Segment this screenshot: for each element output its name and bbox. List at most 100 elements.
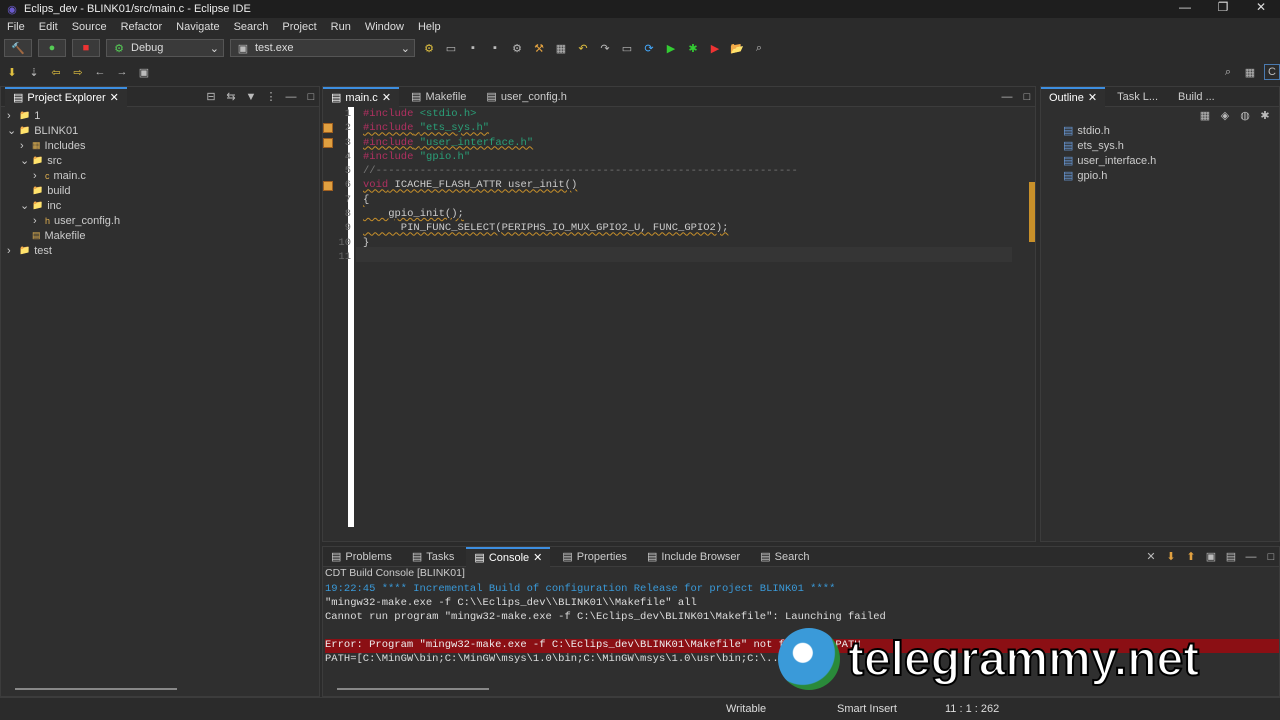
open-folder-icon[interactable]: 📂 xyxy=(729,40,745,56)
search-icon[interactable]: ⌕ xyxy=(751,40,767,56)
menu-source[interactable]: Source xyxy=(65,21,114,33)
close-button[interactable]: ✕ xyxy=(1242,0,1280,14)
tree-item[interactable]: ▤ Makefile xyxy=(1,228,319,243)
menu-search[interactable]: Search xyxy=(227,21,276,33)
nav-forward-icon[interactable]: → xyxy=(114,64,130,80)
tree-item[interactable]: › 📁 1 xyxy=(1,108,319,123)
calc-icon[interactable]: ▦ xyxy=(553,40,569,56)
terminal-icon[interactable]: ▭ xyxy=(619,40,635,56)
minimize-icon[interactable]: — xyxy=(283,89,299,105)
back-icon[interactable]: ⇦ xyxy=(48,64,64,80)
warning-marker-icon[interactable] xyxy=(323,137,333,148)
editor-tab[interactable]: ▤ user_config.h xyxy=(478,87,574,107)
filter-icon[interactable]: ▼ xyxy=(243,89,259,105)
menu-edit[interactable]: Edit xyxy=(32,21,65,33)
search-icon[interactable]: ⌕ xyxy=(1220,64,1236,80)
save-all-icon[interactable]: ▪ xyxy=(487,40,503,56)
expand-arrow-icon[interactable]: › xyxy=(33,170,41,182)
menu-run[interactable]: Run xyxy=(324,21,358,33)
link-editor-icon[interactable]: ⇆ xyxy=(223,89,239,105)
tree-item[interactable]: › h user_config.h xyxy=(1,213,319,228)
menu-file[interactable]: File xyxy=(0,21,32,33)
focus-icon[interactable]: ✱ xyxy=(1257,107,1273,123)
collapse-all-icon[interactable]: ⊟ xyxy=(203,89,219,105)
editor-tab[interactable]: ▤ Makefile xyxy=(403,87,474,107)
warning-marker-icon[interactable] xyxy=(323,180,333,191)
vertical-scrollbar[interactable] xyxy=(1029,182,1035,242)
outline-tab[interactable]: Outline ✕ xyxy=(1041,86,1106,107)
undo-icon[interactable]: ↶ xyxy=(575,40,591,56)
gear-icon[interactable]: ⚙ xyxy=(421,40,437,56)
bottom-tab[interactable]: ▤ Tasks xyxy=(404,547,463,567)
external-tools-icon[interactable]: ▶ xyxy=(707,40,723,56)
outline-item[interactable]: ▤ gpio.h xyxy=(1063,168,1279,183)
hide-static-icon[interactable]: ◍ xyxy=(1237,107,1253,123)
new-icon[interactable]: ▭ xyxy=(443,40,459,56)
minimize-icon[interactable]: — xyxy=(1243,549,1259,565)
tree-item[interactable]: 📁 build xyxy=(1,183,319,198)
close-icon[interactable]: ✕ xyxy=(533,551,542,564)
outline-item[interactable]: ▤ ets_sys.h xyxy=(1063,138,1279,153)
tree-item[interactable]: ⌄ 📁 src xyxy=(1,153,319,168)
maximize-icon[interactable]: □ xyxy=(303,89,319,105)
expand-arrow-icon[interactable]: ⌄ xyxy=(7,124,16,137)
minimize-button[interactable]: — xyxy=(1166,0,1204,14)
tab-project-explorer[interactable]: ▤ Project Explorer ✕ xyxy=(5,86,127,107)
refresh-icon[interactable]: ⟳ xyxy=(641,40,657,56)
hammer-icon[interactable]: ⚒ xyxy=(531,40,547,56)
stop-button[interactable]: ■ xyxy=(72,39,100,57)
bottom-tab[interactable]: ▤ Include Browser xyxy=(639,547,748,567)
warning-marker-icon[interactable] xyxy=(323,123,333,134)
open-console-icon[interactable]: ▤ xyxy=(1223,549,1239,565)
close-icon[interactable]: ✕ xyxy=(382,91,391,104)
c-perspective-icon[interactable]: C xyxy=(1264,64,1280,80)
build-button[interactable]: 🔨 xyxy=(4,39,32,57)
run-icon[interactable]: ▶ xyxy=(663,40,679,56)
tree-item[interactable]: ⌄ 📁 BLINK01 xyxy=(1,123,319,138)
tree-item[interactable]: › 📁 test xyxy=(1,243,319,258)
expand-arrow-icon[interactable]: › xyxy=(33,215,41,227)
maximize-button[interactable]: ❐ xyxy=(1204,0,1242,14)
bottom-tab[interactable]: ▤ Properties xyxy=(554,547,635,567)
outline-tab[interactable]: Build ... xyxy=(1170,87,1223,107)
view-menu-icon[interactable]: ⋮ xyxy=(263,89,279,105)
close-icon[interactable]: ✕ xyxy=(110,91,119,104)
expand-arrow-icon[interactable]: › xyxy=(7,110,15,122)
menu-project[interactable]: Project xyxy=(275,21,323,33)
sort-icon[interactable]: ▦ xyxy=(1197,107,1213,123)
expand-arrow-icon[interactable]: ⌄ xyxy=(20,199,29,212)
annotation-icon[interactable]: ⬇ xyxy=(4,64,20,80)
hide-fields-icon[interactable]: ◈ xyxy=(1217,107,1233,123)
expand-arrow-icon[interactable]: ⌄ xyxy=(20,154,29,167)
scroll-lock-icon[interactable]: ⬇ xyxy=(1163,549,1179,565)
menu-navigate[interactable]: Navigate xyxy=(169,21,226,33)
pin-icon[interactable]: ▣ xyxy=(136,64,152,80)
horizontal-scrollbar[interactable] xyxy=(15,688,177,690)
maximize-icon[interactable]: □ xyxy=(1019,89,1035,105)
scroll-up-icon[interactable]: ⬆ xyxy=(1183,549,1199,565)
launch-config-select[interactable]: ▣ test.exe ⌄ xyxy=(230,39,415,57)
tree-item[interactable]: › ▦ Includes xyxy=(1,138,319,153)
menu-help[interactable]: Help xyxy=(411,21,448,33)
horizontal-scrollbar[interactable] xyxy=(337,688,489,690)
perspective-icon[interactable]: ▦ xyxy=(1242,64,1258,80)
outline-item[interactable]: ▤ user_interface.h xyxy=(1063,153,1279,168)
settings-icon[interactable]: ⚙ xyxy=(509,40,525,56)
nav-back-icon[interactable]: ← xyxy=(92,64,108,80)
clear-console-icon[interactable]: ✕ xyxy=(1143,549,1159,565)
expand-arrow-icon[interactable]: › xyxy=(7,245,15,257)
launch-mode-select[interactable]: ⚙ Debug ⌄ xyxy=(106,39,224,57)
menu-refactor[interactable]: Refactor xyxy=(114,21,170,33)
minimize-icon[interactable]: — xyxy=(999,89,1015,105)
save-icon[interactable]: ▪ xyxy=(465,40,481,56)
expand-arrow-icon[interactable]: › xyxy=(20,140,28,152)
menu-window[interactable]: Window xyxy=(358,21,411,33)
bottom-tab[interactable]: ▤ Console ✕ xyxy=(466,546,551,567)
close-icon[interactable]: ✕ xyxy=(1088,91,1097,104)
forward-icon[interactable]: ⇨ xyxy=(70,64,86,80)
outline-item[interactable]: ▤ stdio.h xyxy=(1063,123,1279,138)
tree-item[interactable]: › c main.c xyxy=(1,168,319,183)
redo-icon[interactable]: ↷ xyxy=(597,40,613,56)
bottom-tab[interactable]: ▤ Search xyxy=(752,547,817,567)
code-editor[interactable]: 1 #include <stdio.h> 2 #include "ets_sys.h"… xyxy=(331,108,1011,265)
